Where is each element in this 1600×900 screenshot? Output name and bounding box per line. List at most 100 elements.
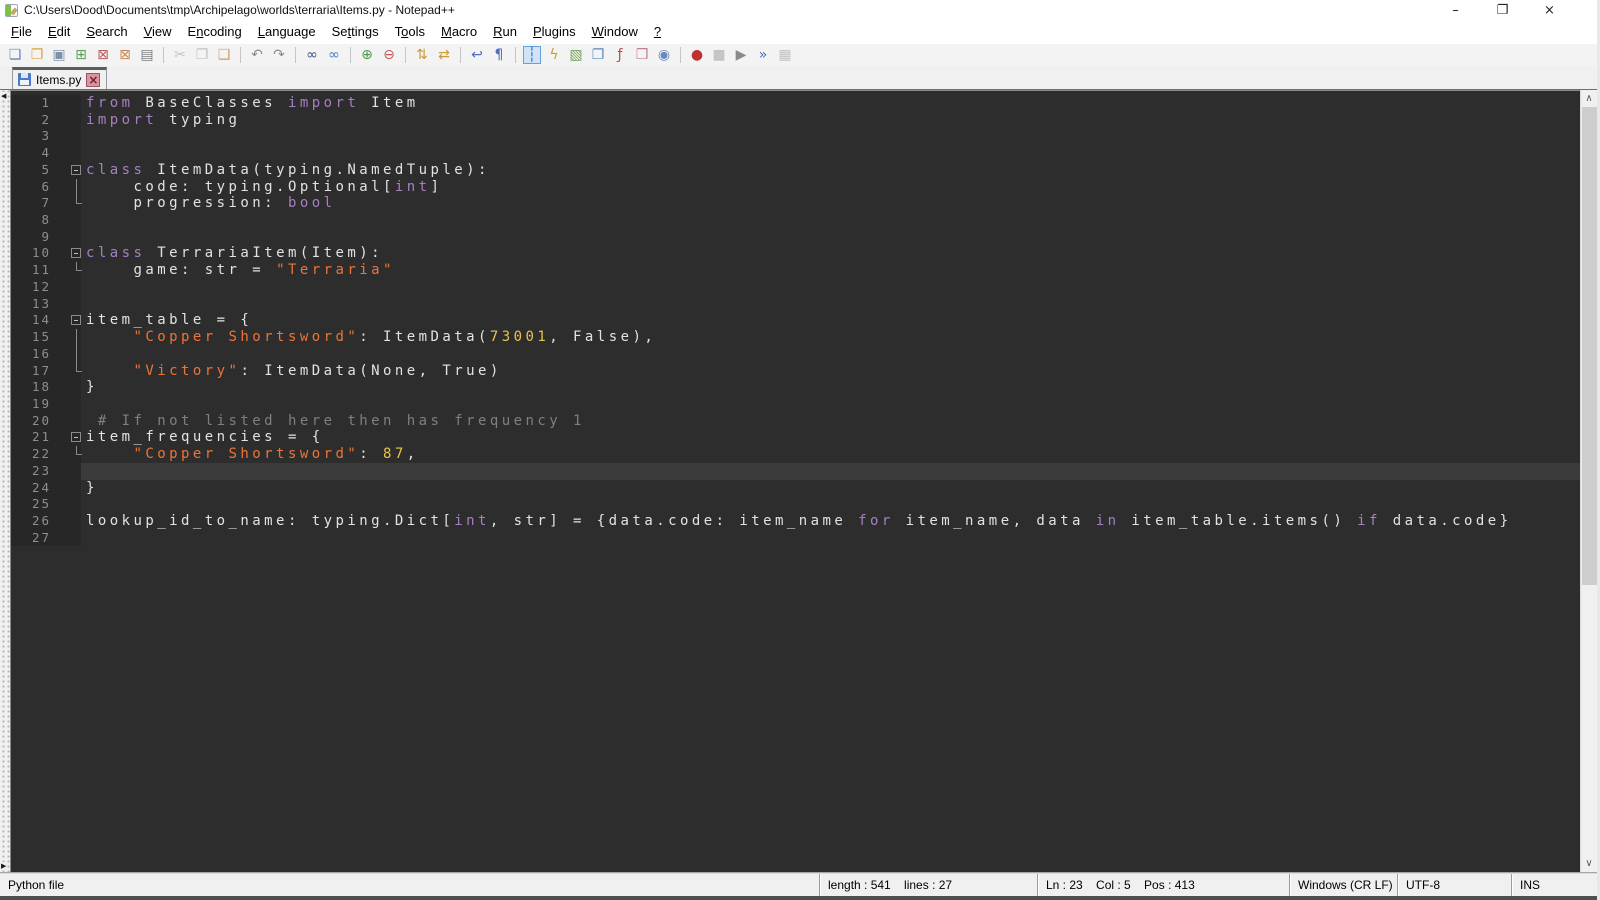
menu-item-plugins[interactable]: Plugins (525, 20, 584, 44)
playback-macro-icon[interactable]: ▶ (732, 46, 750, 64)
file-monitoring-icon[interactable]: ◉ (655, 46, 673, 64)
code-text[interactable]: "Copper Shortsword": ItemData(73001, Fal… (81, 329, 1580, 346)
find-icon[interactable]: ∞ (303, 46, 321, 64)
line-number[interactable]: 2 (11, 112, 51, 129)
code-editor[interactable]: 1 from BaseClasses import Item 2 import typ… (10, 90, 1580, 872)
code-text[interactable]: "Copper Shortsword": 87, (81, 446, 1580, 463)
menu-item-window[interactable]: Window (584, 20, 646, 44)
start-recording-icon[interactable]: ● (688, 46, 706, 64)
code-text[interactable]: lookup_id_to_name: typing.Dict[int, str]… (81, 513, 1580, 530)
minimize-button[interactable]: – (1432, 0, 1479, 20)
user-defined-dialog-icon[interactable]: ϟ (545, 46, 563, 64)
code-text[interactable]: "Victory": ItemData(None, True) (81, 363, 1580, 380)
line-number[interactable]: 1 (11, 95, 51, 112)
line-number[interactable]: 27 (11, 530, 51, 547)
restore-button[interactable]: ❐ (1479, 0, 1526, 20)
fold-collapse-icon[interactable] (71, 315, 81, 325)
fold-collapse-icon[interactable] (71, 248, 81, 258)
menu-item-encoding[interactable]: Encoding (180, 20, 250, 44)
zoom-out-icon[interactable]: ⊖ (380, 46, 398, 64)
dock-expand-right-icon[interactable]: ▶ (1, 862, 6, 870)
menu-item-tools[interactable]: Tools (387, 20, 433, 44)
fold-collapse-icon[interactable] (71, 432, 81, 442)
code-text[interactable]: progression: bool (81, 195, 1580, 212)
zoom-in-icon[interactable]: ⊕ (358, 46, 376, 64)
line-number[interactable]: 12 (11, 279, 51, 296)
vertical-scrollbar[interactable]: ∧ ∨ (1580, 90, 1597, 872)
show-all-characters-icon[interactable]: ¶ (490, 46, 508, 64)
word-wrap-icon[interactable]: ↩ (468, 46, 486, 64)
line-number[interactable]: 17 (11, 363, 51, 380)
sync-horizontal-scroll-icon[interactable]: ⇄ (435, 46, 453, 64)
line-number[interactable]: 11 (11, 262, 51, 279)
redo-icon[interactable]: ↷ (270, 46, 288, 64)
code-text[interactable]: class ItemData(typing.NamedTuple): (81, 162, 1580, 179)
sync-vertical-scroll-icon[interactable]: ⇅ (413, 46, 431, 64)
function-list-icon[interactable]: ƒ (611, 46, 629, 64)
paste-icon[interactable]: ❑ (215, 46, 233, 64)
code-text[interactable]: item_frequencies = { (81, 429, 1580, 446)
close-all-icon[interactable]: ⊠ (116, 46, 134, 64)
line-number[interactable]: 24 (11, 480, 51, 497)
line-number[interactable]: 25 (11, 496, 51, 513)
replace-icon[interactable]: ∞ (325, 46, 343, 64)
save-all-icon[interactable]: ⊞ (72, 46, 90, 64)
tab-items-py[interactable]: Items.py× (12, 67, 107, 89)
code-text[interactable]: } (81, 480, 1580, 497)
line-number[interactable]: 6 (11, 179, 51, 196)
menu-item-file[interactable]: File (3, 20, 40, 44)
status-eol-format[interactable]: Windows (CR LF) (1289, 874, 1397, 896)
menu-item-run[interactable]: Run (485, 20, 525, 44)
scroll-down-icon[interactable]: ∨ (1581, 855, 1597, 872)
undo-icon[interactable]: ↶ (248, 46, 266, 64)
close-button[interactable]: × (1526, 0, 1573, 20)
code-text[interactable] (81, 530, 1580, 547)
line-number[interactable]: 15 (11, 329, 51, 346)
scroll-up-icon[interactable]: ∧ (1581, 90, 1597, 107)
line-number[interactable]: 8 (11, 212, 51, 229)
line-number[interactable]: 18 (11, 379, 51, 396)
line-number[interactable]: 13 (11, 296, 51, 313)
line-number[interactable]: 21 (11, 429, 51, 446)
line-number[interactable]: 16 (11, 346, 51, 363)
code-text[interactable]: import typing (81, 112, 1580, 129)
menu-item-macro[interactable]: Macro (433, 20, 485, 44)
line-number[interactable]: 5 (11, 162, 51, 179)
tab-close-icon[interactable]: × (86, 73, 100, 87)
code-text[interactable] (81, 463, 1580, 480)
line-number[interactable]: 14 (11, 312, 51, 329)
line-number[interactable]: 7 (11, 195, 51, 212)
document-map-icon[interactable]: ▧ (567, 46, 585, 64)
menu-item-view[interactable]: View (136, 20, 180, 44)
code-text[interactable]: item_table = { (81, 312, 1580, 329)
folder-as-workspace-icon[interactable]: ❒ (633, 46, 651, 64)
scrollbar-thumb[interactable] (1582, 107, 1597, 585)
line-number[interactable]: 19 (11, 396, 51, 413)
code-text[interactable] (81, 145, 1580, 162)
code-text[interactable]: game: str = "Terraria" (81, 262, 1580, 279)
menu-item-search[interactable]: Search (78, 20, 135, 44)
code-text[interactable] (81, 128, 1580, 145)
line-number[interactable]: 10 (11, 245, 51, 262)
status-typing-mode[interactable]: INS (1511, 874, 1597, 896)
code-text[interactable] (81, 212, 1580, 229)
line-number[interactable]: 22 (11, 446, 51, 463)
close-file-icon[interactable]: ⊠ (94, 46, 112, 64)
save-file-icon[interactable]: ▣ (50, 46, 68, 64)
code-text[interactable]: from BaseClasses import Item (81, 95, 1580, 112)
line-number[interactable]: 26 (11, 513, 51, 530)
document-list-icon[interactable]: ❐ (589, 46, 607, 64)
run-macro-multiple-times-icon[interactable]: » (754, 46, 772, 64)
dock-splitter[interactable]: ◀ ▶ (0, 90, 10, 872)
code-text[interactable] (81, 496, 1580, 513)
code-text[interactable]: code: typing.Optional[int] (81, 179, 1580, 196)
code-text[interactable] (81, 296, 1580, 313)
print-icon[interactable]: ▤ (138, 46, 156, 64)
menu-item-settings[interactable]: Settings (324, 20, 387, 44)
menu-item-language[interactable]: Language (250, 20, 324, 44)
open-file-icon[interactable]: ❐ (28, 46, 46, 64)
code-text[interactable] (81, 396, 1580, 413)
line-number[interactable]: 4 (11, 145, 51, 162)
line-number[interactable]: 9 (11, 229, 51, 246)
status-encoding[interactable]: UTF-8 (1397, 874, 1511, 896)
